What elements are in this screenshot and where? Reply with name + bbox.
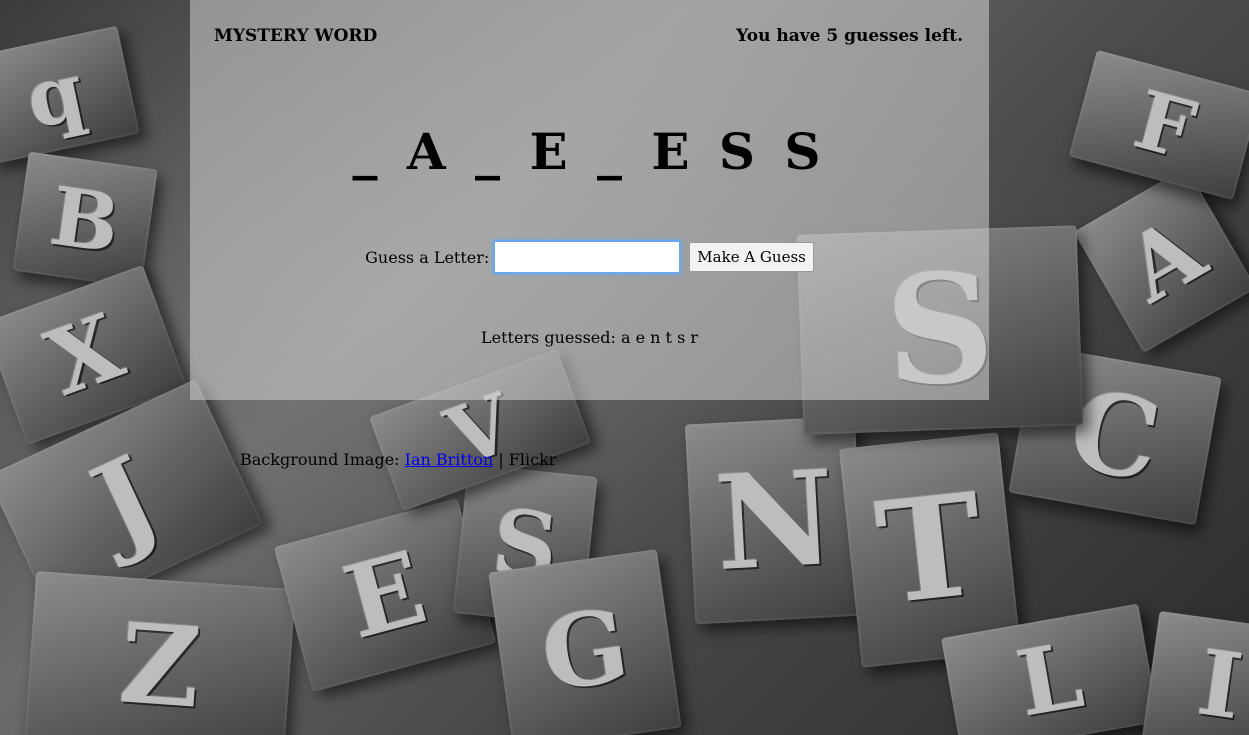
page-title: MYSTERY WORD — [214, 26, 378, 46]
letter-block: Z — [24, 571, 296, 735]
letters-guessed: Letters guessed: a e n t s r — [190, 328, 989, 347]
guess-label: Guess a Letter: — [365, 247, 490, 267]
guess-input[interactable] — [493, 240, 682, 274]
mystery-word-display: _ A _ E _ E S S — [352, 122, 827, 181]
letter-block: q — [0, 25, 140, 165]
letter-block: I — [1141, 610, 1249, 735]
credit-prefix: Background Image: — [240, 450, 400, 469]
make-guess-button[interactable]: Make A Guess — [689, 242, 814, 272]
letter-block: N — [684, 415, 866, 625]
letter-block: F — [1068, 49, 1249, 201]
letters-guessed-value: a e n t s r — [620, 328, 699, 347]
background-credit: Background Image: Ian Britton | Flickr — [240, 450, 556, 469]
guess-form: Guess a Letter: Make A Guess — [190, 240, 989, 274]
credit-suffix: | Flickr — [498, 450, 557, 469]
guesses-left-text: You have 5 guesses left. — [736, 26, 963, 46]
credit-link[interactable]: Ian Britton — [405, 450, 494, 469]
letter-block: G — [488, 549, 682, 735]
letters-guessed-label: Letters guessed: — [480, 328, 616, 347]
